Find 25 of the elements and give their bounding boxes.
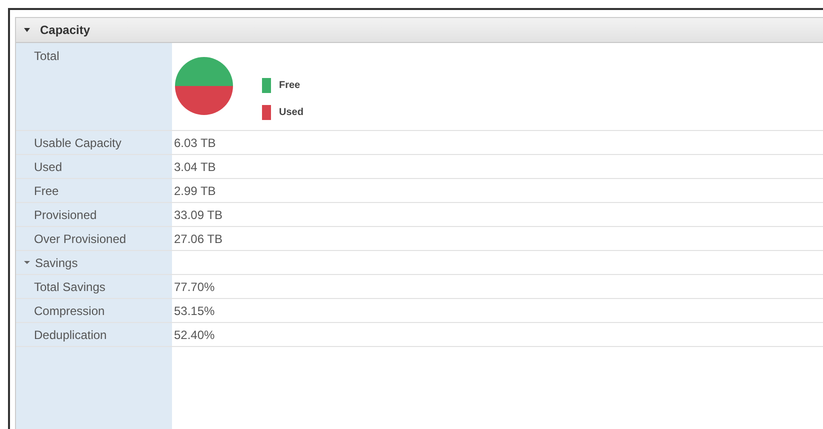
property-value: 53.15% xyxy=(174,304,215,318)
property-label: Provisioned xyxy=(34,208,97,222)
property-label: Deduplication xyxy=(34,328,107,342)
property-value: 77.70% xyxy=(174,280,215,294)
caret-icon[interactable] xyxy=(24,28,30,32)
property-value: 3.04 TB xyxy=(174,160,216,174)
property-value: 33.09 TB xyxy=(174,208,222,222)
panel-header[interactable]: Capacity xyxy=(16,18,823,43)
property-value: 2.99 TB xyxy=(174,184,216,198)
property-label: Over Provisioned xyxy=(34,232,126,246)
property-label: Usable Capacity xyxy=(34,136,122,150)
legend-label: Used xyxy=(279,107,304,118)
group-label: Savings xyxy=(35,256,78,270)
property-label: Total Savings xyxy=(34,280,106,294)
caret-icon[interactable] xyxy=(24,261,30,264)
panel-title: Capacity xyxy=(40,23,90,37)
pie-chart-drawing xyxy=(174,56,234,116)
property-value: 52.40% xyxy=(174,328,215,342)
legend-label: Free xyxy=(279,80,300,91)
property-label: Free xyxy=(34,184,59,198)
property-label: Total xyxy=(34,49,60,63)
property-value: 27.06 TB xyxy=(174,232,222,246)
property-label: Compression xyxy=(34,304,105,318)
property-value: 6.03 TB xyxy=(174,136,216,150)
property-label: Used xyxy=(34,160,62,174)
